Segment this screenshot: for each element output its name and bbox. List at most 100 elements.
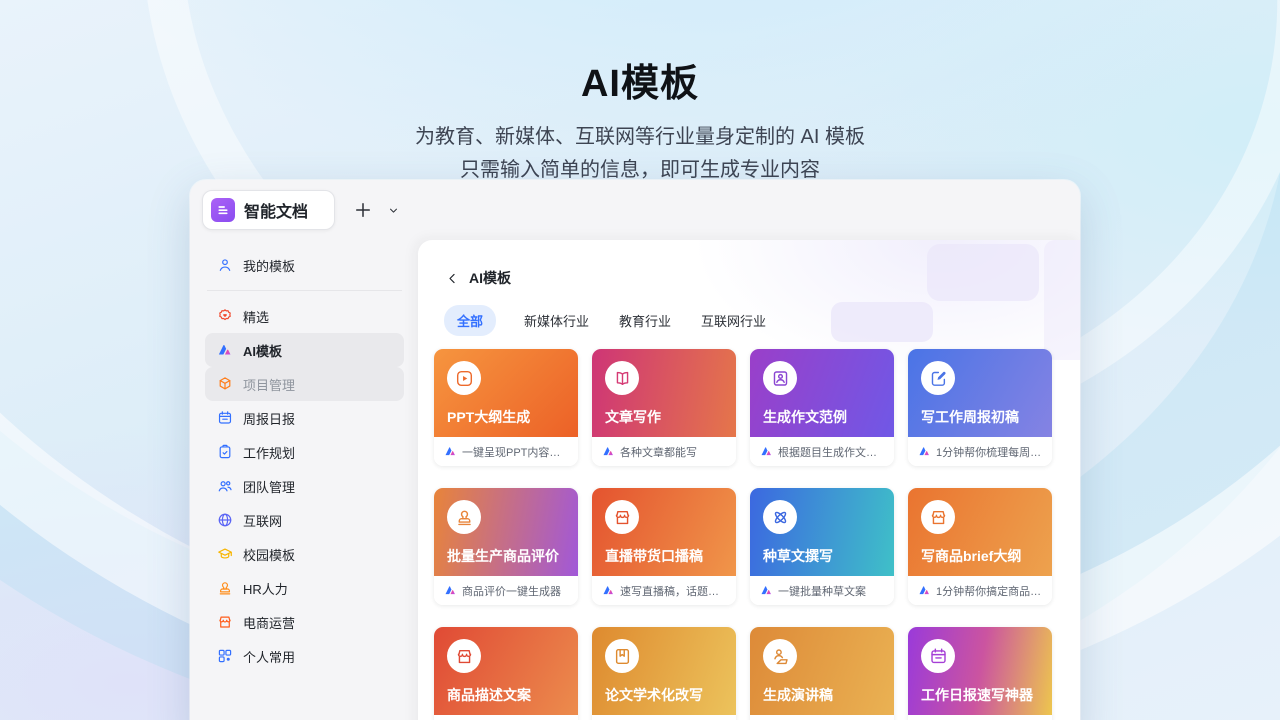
template-card-title: 工作日报速写神器 bbox=[921, 685, 1033, 705]
template-card-title: 种草文撰写 bbox=[763, 546, 833, 566]
sidebar-item[interactable]: HR人力 bbox=[205, 571, 404, 605]
stamp-icon bbox=[447, 500, 481, 534]
content-panel: AI模板 全部新媒体行业教育行业互联网行业 PPT大纲生成一键呈现PPT内容框架… bbox=[418, 240, 1080, 720]
sidebar-item[interactable]: 团队管理 bbox=[205, 469, 404, 503]
template-card-desc: 一键批量种草文案 bbox=[778, 583, 866, 599]
template-card-cover: 文章写作 bbox=[592, 349, 736, 437]
team-icon bbox=[217, 478, 233, 494]
template-card-title: 批量生产商品评价 bbox=[447, 546, 559, 566]
template-card[interactable]: 商品描述文案 bbox=[434, 627, 578, 720]
template-card-footer: 一键批量种草文案 bbox=[750, 576, 894, 605]
sidebar-item-label: 精选 bbox=[243, 307, 269, 326]
template-card-desc: 1分钟帮你搞定商品宣传... bbox=[936, 583, 1042, 599]
grid-icon bbox=[217, 648, 233, 664]
sidebar-item-label: 工作规划 bbox=[243, 443, 295, 462]
ai-logo-icon bbox=[602, 584, 615, 597]
ai-logo-icon bbox=[217, 342, 233, 358]
template-card-title: 论文学术化改写 bbox=[605, 685, 703, 705]
sidebar-item[interactable]: 周报日报 bbox=[205, 401, 404, 435]
template-card-title: PPT大纲生成 bbox=[447, 407, 530, 427]
template-card-title: 生成作文范例 bbox=[763, 407, 847, 427]
back-chevron-icon[interactable] bbox=[445, 271, 460, 286]
cube-icon bbox=[217, 376, 233, 392]
template-card-desc: 1分钟帮你梳理每周事项 bbox=[936, 444, 1042, 460]
sidebar-item-label: 团队管理 bbox=[243, 477, 295, 496]
template-card[interactable]: 直播带货口播稿速写直播稿，话题卖点... bbox=[592, 488, 736, 605]
template-card[interactable]: 批量生产商品评价商品评价一键生成器 bbox=[434, 488, 578, 605]
template-grid: PPT大纲生成一键呈现PPT内容框架文章写作各种文章都能写生成作文范例根据题目生… bbox=[434, 349, 1080, 720]
sidebar-item[interactable]: 校园模板 bbox=[205, 537, 404, 571]
sidebar-divider bbox=[207, 290, 402, 291]
template-card-title: 直播带货口播稿 bbox=[605, 546, 703, 566]
calendar-icon bbox=[921, 639, 955, 673]
atom-icon bbox=[763, 500, 797, 534]
tab[interactable]: 全部 bbox=[444, 305, 496, 336]
template-card-desc: 各种文章都能写 bbox=[620, 444, 697, 460]
template-card-footer: 速写直播稿，话题卖点... bbox=[592, 576, 736, 605]
template-card-cover: 种草文撰写 bbox=[750, 488, 894, 576]
sidebar-item-label: 校园模板 bbox=[243, 545, 295, 564]
template-card-cover: 商品描述文案 bbox=[434, 627, 578, 715]
person-frame-icon bbox=[763, 361, 797, 395]
sidebar-item[interactable]: 工作规划 bbox=[205, 435, 404, 469]
globe-icon bbox=[217, 512, 233, 528]
template-card-cover: 工作日报速写神器 bbox=[908, 627, 1052, 715]
template-card-title: 商品描述文案 bbox=[447, 685, 531, 705]
app-window: 智能文档 我的模板精选 AI模板项目管理周报日报工作规划团队管理互联网校园模板 HR… bbox=[190, 180, 1080, 720]
page-title: AI模板 bbox=[0, 52, 1280, 107]
template-card-footer: 1分钟帮你搞定商品宣传... bbox=[908, 576, 1052, 605]
template-card-footer: 各种文章都能写 bbox=[592, 437, 736, 466]
template-card-desc: 商品评价一键生成器 bbox=[462, 583, 561, 599]
store-icon bbox=[921, 500, 955, 534]
sidebar-item[interactable]: AI模板 bbox=[205, 333, 404, 367]
clipboard-icon bbox=[217, 444, 233, 460]
content-header: AI模板 bbox=[418, 240, 1080, 288]
chevron-down-icon[interactable] bbox=[387, 204, 400, 217]
sidebar-item-label: HR人力 bbox=[243, 579, 288, 598]
ai-logo-icon bbox=[760, 445, 773, 458]
hero-section: AI模板 为教育、新媒体、互联网等行业量身定制的 AI 模板 只需输入简单的信息… bbox=[0, 0, 1280, 187]
sidebar-item[interactable]: 精选 bbox=[205, 299, 404, 333]
template-card-footer: 1分钟帮你梳理每周事项 bbox=[908, 437, 1052, 466]
template-card-footer: 一键呈现PPT内容框架 bbox=[434, 437, 578, 466]
category-tabs: 全部新媒体行业教育行业互联网行业 bbox=[444, 305, 1080, 336]
template-card-cover: 论文学术化改写 bbox=[592, 627, 736, 715]
tab[interactable]: 教育行业 bbox=[617, 305, 673, 336]
template-card[interactable]: 生成演讲稿 bbox=[750, 627, 894, 720]
page-subtitle-line1: 为教育、新媒体、互联网等行业量身定制的 AI 模板 bbox=[0, 121, 1280, 154]
template-card[interactable]: 工作日报速写神器 bbox=[908, 627, 1052, 720]
stamp-icon bbox=[217, 580, 233, 596]
sidebar: 我的模板精选 AI模板项目管理周报日报工作规划团队管理互联网校园模板 HR人力电商运… bbox=[190, 240, 418, 720]
sidebar-item[interactable]: 个人常用 bbox=[205, 639, 404, 673]
sidebar-item[interactable]: 互联网 bbox=[205, 503, 404, 537]
template-card-desc: 根据题目生成作文范例 bbox=[778, 444, 884, 460]
sidebar-item-label: 互联网 bbox=[243, 511, 282, 530]
template-card[interactable]: 论文学术化改写 bbox=[592, 627, 736, 720]
store-icon bbox=[217, 614, 233, 630]
template-card-footer bbox=[908, 715, 1052, 720]
edit-doc-icon bbox=[921, 361, 955, 395]
book-open-icon bbox=[605, 361, 639, 395]
sidebar-item[interactable]: 我的模板 bbox=[205, 248, 404, 282]
ai-logo-icon bbox=[444, 445, 457, 458]
calendar-icon bbox=[217, 410, 233, 426]
page-subtitle: 为教育、新媒体、互联网等行业量身定制的 AI 模板 只需输入简单的信息，即可生成… bbox=[0, 121, 1280, 187]
sidebar-item[interactable]: 项目管理 bbox=[205, 367, 404, 401]
template-card[interactable]: 写工作周报初稿1分钟帮你梳理每周事项 bbox=[908, 349, 1052, 466]
new-tab-button[interactable] bbox=[353, 200, 373, 220]
tab[interactable]: 新媒体行业 bbox=[522, 305, 591, 336]
template-card-desc: 一键呈现PPT内容框架 bbox=[462, 444, 568, 460]
template-card[interactable]: 写商品brief大纲1分钟帮你搞定商品宣传... bbox=[908, 488, 1052, 605]
sidebar-item-label: 项目管理 bbox=[243, 375, 295, 394]
tab[interactable]: 互联网行业 bbox=[699, 305, 768, 336]
ai-logo-icon bbox=[444, 584, 457, 597]
template-card[interactable]: 种草文撰写一键批量种草文案 bbox=[750, 488, 894, 605]
user-icon bbox=[217, 257, 233, 273]
play-icon bbox=[447, 361, 481, 395]
template-card[interactable]: 生成作文范例根据题目生成作文范例 bbox=[750, 349, 894, 466]
template-card[interactable]: 文章写作各种文章都能写 bbox=[592, 349, 736, 466]
template-card[interactable]: PPT大纲生成一键呈现PPT内容框架 bbox=[434, 349, 578, 466]
sidebar-item[interactable]: 电商运营 bbox=[205, 605, 404, 639]
app-switcher-button[interactable]: 智能文档 bbox=[202, 190, 335, 230]
grad-cap-icon bbox=[217, 546, 233, 562]
